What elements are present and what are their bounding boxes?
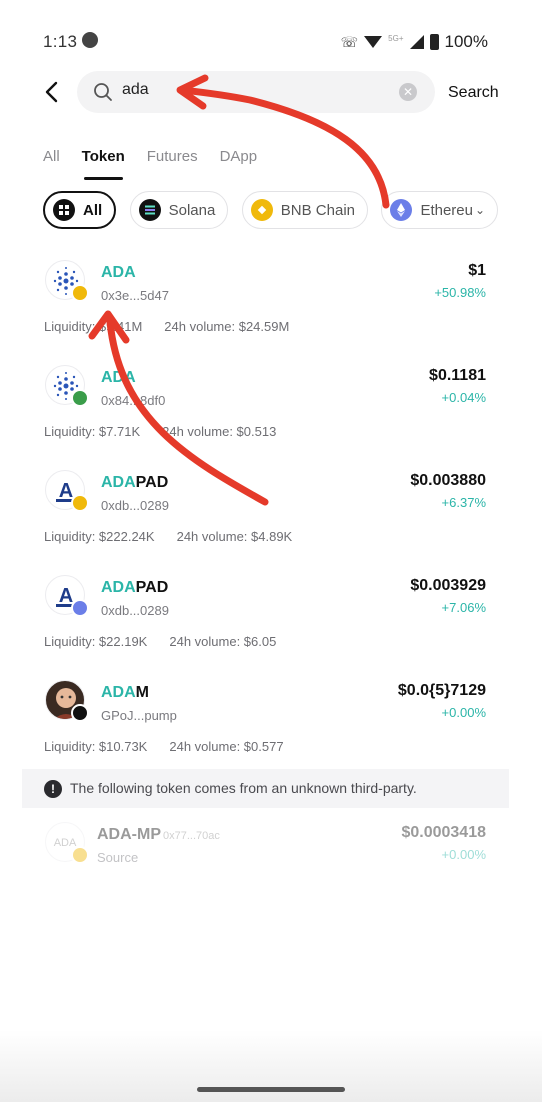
token-address: 0x3e...5d47	[101, 288, 169, 303]
ethereum-badge-icon	[71, 599, 89, 617]
grid-icon	[53, 199, 75, 221]
token-change: +50.98%	[434, 285, 486, 300]
token-liquidity: Liquidity: $22.19K	[44, 634, 148, 649]
battery-percent: 100%	[444, 32, 488, 51]
token-name: ADA-MP 0x77...70ac	[97, 826, 220, 843]
chain-filter: All Solana BNB Chain Ethereu ⌄	[43, 191, 542, 229]
token-price: $0.0{5}7129	[397, 682, 486, 699]
signal-icon	[409, 35, 424, 49]
token-name: ADAM	[101, 684, 149, 701]
token-change: +6.37%	[441, 495, 486, 510]
ethereum-icon	[390, 199, 413, 221]
token-liquidity: Liquidity: $222.24K	[44, 529, 155, 544]
token-price: $0.0003418	[401, 824, 486, 841]
status-time: 1:13	[43, 32, 78, 51]
token-meta: Liquidity: $222.24K 24h volume: $4.89K	[44, 529, 292, 544]
solana-icon	[138, 199, 161, 221]
chain-chip-solana[interactable]: Solana	[129, 191, 229, 229]
notice-text: The following token comes from an unknow…	[70, 780, 417, 796]
tab-all[interactable]: All	[43, 148, 60, 180]
clear-icon[interactable]: ✕	[399, 83, 417, 101]
home-indicator[interactable]	[197, 1087, 345, 1092]
token-volume: 24h volume: $0.513	[162, 424, 277, 439]
token-row[interactable]: ADA 0x3e...5d47 $1 +50.98% Liquidity: $9…	[0, 260, 542, 365]
wifi-icon	[364, 36, 383, 48]
token-meta: Liquidity: $10.73K 24h volume: $0.577	[44, 739, 284, 754]
search-button[interactable]: Search	[448, 84, 499, 102]
token-row[interactable]: A ADAPAD 0xdb...0289 $0.003929 +7.06% Li…	[0, 575, 542, 680]
token-volume: 24h volume: $6.05	[169, 634, 277, 649]
token-meta: Liquidity: $22.19K 24h volume: $6.05	[44, 634, 276, 649]
battery-icon	[429, 34, 439, 50]
token-row[interactable]: ADA 0x84...8df0 $0.1181 +0.04% Liquidity…	[0, 365, 542, 470]
token-change: +0.00%	[441, 705, 486, 720]
category-tabs: All Token Futures DApp	[43, 148, 279, 180]
search-row: ✕ Search	[0, 70, 542, 116]
tab-futures[interactable]: Futures	[147, 148, 198, 180]
token-liquidity: Liquidity: $7.71K	[44, 424, 141, 439]
sync-icon	[82, 32, 98, 48]
token-change: +0.04%	[441, 390, 486, 405]
token-volume: 24h volume: $24.59M	[164, 319, 290, 334]
bnb-badge-icon	[71, 846, 89, 864]
search-icon	[94, 83, 112, 101]
bnb-badge-icon	[71, 494, 89, 512]
token-volume: 24h volume: $0.577	[169, 739, 284, 754]
chevron-down-icon: ⌄	[475, 203, 486, 217]
token-price: $0.003880	[410, 472, 486, 489]
token-row[interactable]: A ADAPAD 0xdb...0289 $0.003880 +6.37% Li…	[0, 470, 542, 575]
warning-icon: !	[44, 780, 62, 798]
token-name: ADAPAD	[101, 579, 169, 596]
network-label: 5G+	[388, 33, 404, 43]
token-address: 0xdb...0289	[101, 603, 169, 618]
token-name: ADA	[101, 369, 136, 386]
bnb-badge-icon	[71, 284, 89, 302]
token-name: ADAPAD	[101, 474, 169, 491]
back-icon[interactable]	[42, 80, 64, 104]
token-meta: Liquidity: $9.41M 24h volume: $24.59M	[44, 319, 289, 334]
token-price: $0.1181	[429, 367, 486, 384]
token-price: $0.003929	[410, 577, 486, 594]
token-name: ADA	[101, 264, 136, 281]
token-volume: 24h volume: $4.89K	[176, 529, 293, 544]
chain-chip-label: BNB Chain	[280, 201, 355, 219]
token-liquidity: Liquidity: $9.41M	[44, 319, 143, 334]
tab-dapp[interactable]: DApp	[220, 148, 258, 180]
token-source: Source	[97, 850, 139, 865]
token-change: +7.06%	[441, 600, 486, 615]
token-price: $1	[468, 262, 486, 279]
token-change: +0.00%	[441, 847, 486, 862]
chain-chip-label: Solana	[168, 201, 216, 219]
unknown-token-row[interactable]: ADA ADA-MP 0x77...70ac Source $0.0003418 …	[0, 822, 542, 927]
token-liquidity: Liquidity: $10.73K	[44, 739, 148, 754]
solana-badge-icon	[71, 704, 89, 722]
heco-badge-icon	[71, 389, 89, 407]
chain-chip-ethereum[interactable]: Ethereu ⌄	[381, 191, 499, 229]
chain-chip-label: Ethereu	[420, 201, 473, 219]
chain-chip-label: All	[83, 201, 103, 219]
third-party-notice: ! The following token comes from an unkn…	[22, 769, 509, 808]
tab-token[interactable]: Token	[82, 148, 125, 180]
status-icons: ☏ 5G+ 100%	[341, 32, 488, 52]
token-address: 0xdb...0289	[101, 498, 169, 513]
search-input[interactable]	[122, 81, 382, 99]
status-bar: 1:13 ☏ 5G+ 100%	[0, 0, 542, 80]
token-meta: Liquidity: $7.71K 24h volume: $0.513	[44, 424, 276, 439]
token-address: GPoJ...pump	[101, 708, 177, 723]
bnb-icon	[250, 199, 273, 221]
chain-chip-bnb[interactable]: BNB Chain	[241, 191, 368, 229]
chain-chip-all[interactable]: All	[43, 191, 117, 229]
search-box[interactable]: ✕	[77, 71, 435, 113]
token-address: 0x84...8df0	[101, 393, 166, 408]
wifi-call-icon: ☏	[340, 33, 359, 50]
